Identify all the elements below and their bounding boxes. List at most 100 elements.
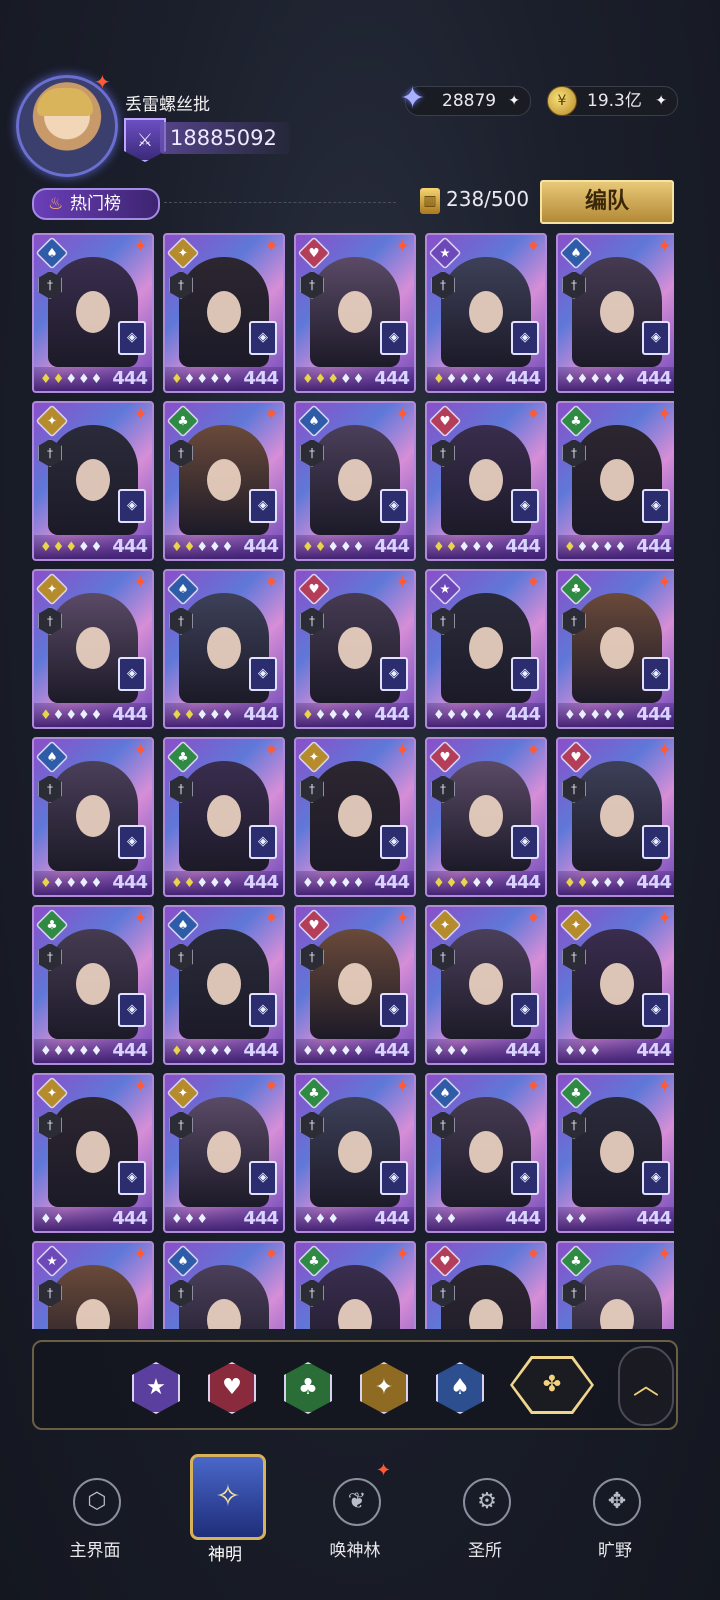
god-card[interactable]: ✦ ✦ † ◈ ♦♦♦♦♦ 444 <box>163 233 285 393</box>
heart-filter-button[interactable]: ♥ <box>208 1362 256 1414</box>
god-card[interactable]: ♥ ✦ † ◈ ♦♦♦♦♦ 444 <box>425 401 547 561</box>
god-card[interactable]: ♥ ✦ † ◈ ♦♦♦♦♦ 444 <box>556 737 674 897</box>
spade-filter-button[interactable]: ♠ <box>436 1362 484 1414</box>
god-card[interactable]: ♠ ✦ † ◈ ♦♦♦♦♦ 444 <box>163 569 285 729</box>
god-card[interactable]: ♣ ✦ † ◈ ♦♦♦♦♦ 444 <box>163 401 285 561</box>
spade-suit-icon: ♠ <box>166 1244 200 1278</box>
portrait-face <box>469 459 503 501</box>
club-filter-button[interactable]: ♣ <box>284 1362 332 1414</box>
spade-suit-icon: ♠ <box>35 236 69 270</box>
god-card[interactable]: ★ ✦ † ◈ ♦♦♦♦♦ 444 <box>425 569 547 729</box>
hot-list-label: 热门榜 <box>70 194 121 214</box>
rank-shield-icon: ◈ <box>380 1161 408 1195</box>
rarity-star-icon: ✦ <box>656 908 672 929</box>
god-card[interactable]: ✦ ✦ † ◈ ♦♦♦ 444 <box>556 905 674 1065</box>
god-card[interactable]: ♣ ✦ † ◈ ♦♦♦♦♦ 444 <box>163 737 285 897</box>
god-card[interactable]: ✦ ✦ † ◈ ♦♦♦ 444 <box>163 1073 285 1233</box>
god-card[interactable]: ♣ ✦ † <box>294 1241 416 1329</box>
card-level: 444 <box>374 872 410 893</box>
god-card[interactable]: ♣ ✦ † <box>556 1241 674 1329</box>
diamond-filter-button[interactable]: ✦ <box>360 1362 408 1414</box>
diamond-suit-icon: ✦ <box>559 908 593 942</box>
portrait-face <box>600 795 634 837</box>
nav-item-gods[interactable]: ✧ 神明 <box>170 1454 280 1580</box>
nav-item-home[interactable]: ⬡ 主界面 <box>40 1470 150 1580</box>
god-card[interactable]: ♥ ✦ † <box>425 1241 547 1329</box>
god-card[interactable]: ♣ ✦ † ◈ ♦♦♦♦♦ 444 <box>32 905 154 1065</box>
rarity-star-icon: ✦ <box>656 1076 672 1097</box>
god-card[interactable]: ♣ ✦ † ◈ ♦♦♦♦♦ 444 <box>556 569 674 729</box>
collapse-chevron-icon[interactable]: ︿ <box>618 1346 674 1426</box>
portrait-face <box>338 627 372 669</box>
god-card[interactable]: ♥ ✦ † ◈ ♦♦♦♦♦ 444 <box>294 905 416 1065</box>
god-card[interactable]: ✦ ✦ † ◈ ♦♦♦ 444 <box>425 905 547 1065</box>
god-card[interactable]: ✦ ✦ † ◈ ♦♦ 444 <box>32 1073 154 1233</box>
all-suits-icon: ✤ <box>513 1359 591 1411</box>
avatar-notify-star-icon: ✦ <box>94 70 111 94</box>
rank-shield-icon: ◈ <box>642 993 670 1027</box>
heart-suit-icon: ♥ <box>428 404 462 438</box>
star-suit-icon: ★ <box>428 236 462 270</box>
rarity-star-icon: ✦ <box>525 236 541 257</box>
card-level: 444 <box>374 1040 410 1061</box>
portrait-face <box>338 795 372 837</box>
god-card[interactable]: ✦ ✦ † ◈ ♦♦♦♦♦ 444 <box>294 737 416 897</box>
rank-shield-icon: ◈ <box>118 993 146 1027</box>
god-card[interactable]: ♠ ✦ † ◈ ♦♦♦♦♦ 444 <box>163 905 285 1065</box>
card-level: 444 <box>243 872 279 893</box>
god-card[interactable]: ★ ✦ † ◈ ♦♦♦♦♦ 444 <box>425 233 547 393</box>
god-card[interactable]: ★ ✦ † <box>32 1241 154 1329</box>
gold-resource[interactable]: ¥ 19.3亿 ✦ <box>547 86 678 116</box>
god-card-grid: ♠ ✦ † ◈ ♦♦♦♦♦ 444 ✦ ✦ † ◈ ♦♦♦♦♦ 444 ♥ ✦ † ◈ ♦♦♦♦♦ 444 ★ ✦ † ◈… <box>32 233 674 1329</box>
portrait-face <box>207 459 241 501</box>
portrait-face <box>76 795 110 837</box>
rarity-star-icon: ✦ <box>656 236 672 257</box>
portrait-face <box>207 795 241 837</box>
rarity-star-icon: ✦ <box>656 1244 672 1265</box>
god-card[interactable]: ✦ ✦ † ◈ ♦♦♦♦♦ 444 <box>32 401 154 561</box>
god-card[interactable]: ♣ ✦ † ◈ ♦♦♦♦♦ 444 <box>556 401 674 561</box>
nav-item-summon[interactable]: ❦ 唤神林 <box>300 1470 410 1580</box>
rarity-star-icon: ✦ <box>525 1244 541 1265</box>
god-card[interactable]: ♥ ✦ † ◈ ♦♦♦♦♦ 444 <box>425 737 547 897</box>
god-card[interactable]: ♠ ✦ † ◈ ♦♦♦♦♦ 444 <box>32 233 154 393</box>
card-capacity: 238/500 <box>446 187 530 211</box>
nav-item-wilds[interactable]: ✥ 旷野 <box>560 1470 670 1580</box>
all-suits-filter-button[interactable]: ✤ <box>510 1356 594 1414</box>
portrait-face <box>207 627 241 669</box>
portrait-face <box>338 1299 372 1329</box>
awaken-pips: ♦♦♦♦♦ <box>40 708 104 723</box>
awaken-pips: ♦♦♦♦♦ <box>302 876 366 891</box>
awaken-pips: ♦♦♦♦♦ <box>171 372 235 387</box>
god-card[interactable]: ♠ ✦ † ◈ ♦♦♦♦♦ 444 <box>294 401 416 561</box>
star-filter-button[interactable]: ★ <box>132 1362 180 1414</box>
portrait-face <box>338 459 372 501</box>
gem-resource[interactable]: ✦ 28879 ✦ <box>400 82 531 116</box>
god-card[interactable]: ✦ ✦ † ◈ ♦♦♦♦♦ 444 <box>32 569 154 729</box>
team-formation-button[interactable]: 编队 <box>540 180 674 224</box>
awaken-pips: ♦♦ <box>564 1212 590 1227</box>
awaken-pips: ♦♦♦♦♦ <box>302 540 366 555</box>
god-card[interactable]: ♠ ✦ † ◈ ♦♦ 444 <box>425 1073 547 1233</box>
portrait-face <box>207 963 241 1005</box>
rank-shield-icon: ◈ <box>642 825 670 859</box>
rank-shield-icon: ◈ <box>511 825 539 859</box>
god-card[interactable]: ♣ ✦ † ◈ ♦♦♦ 444 <box>294 1073 416 1233</box>
god-card[interactable]: ♠ ✦ † ◈ ♦♦♦♦♦ 444 <box>556 233 674 393</box>
nav-item-sanctuary[interactable]: ⚙ 圣所 <box>430 1470 540 1580</box>
god-card[interactable]: ♥ ✦ † ◈ ♦♦♦♦♦ 444 <box>294 233 416 393</box>
rank-shield-icon: ◈ <box>249 321 277 355</box>
gem-add-button[interactable]: ✦ <box>508 87 520 115</box>
star-suit-icon: ★ <box>35 1244 69 1278</box>
god-card[interactable]: ♥ ✦ † ◈ ♦♦♦♦♦ 444 <box>294 569 416 729</box>
god-card[interactable]: ♠ ✦ † ◈ ♦♦♦♦♦ 444 <box>32 737 154 897</box>
god-card[interactable]: ♠ ✦ † <box>163 1241 285 1329</box>
awaken-pips: ♦♦♦ <box>171 1212 209 1227</box>
hot-list-tab[interactable]: ♨ 热门榜 <box>32 188 160 220</box>
god-card[interactable]: ♣ ✦ † ◈ ♦♦ 444 <box>556 1073 674 1233</box>
gold-add-button[interactable]: ✦ <box>655 87 667 115</box>
awaken-pips: ♦♦♦ <box>564 1044 602 1059</box>
rarity-star-icon: ✦ <box>394 740 410 761</box>
divider <box>164 202 396 203</box>
awaken-pips: ♦♦♦♦♦ <box>433 708 497 723</box>
